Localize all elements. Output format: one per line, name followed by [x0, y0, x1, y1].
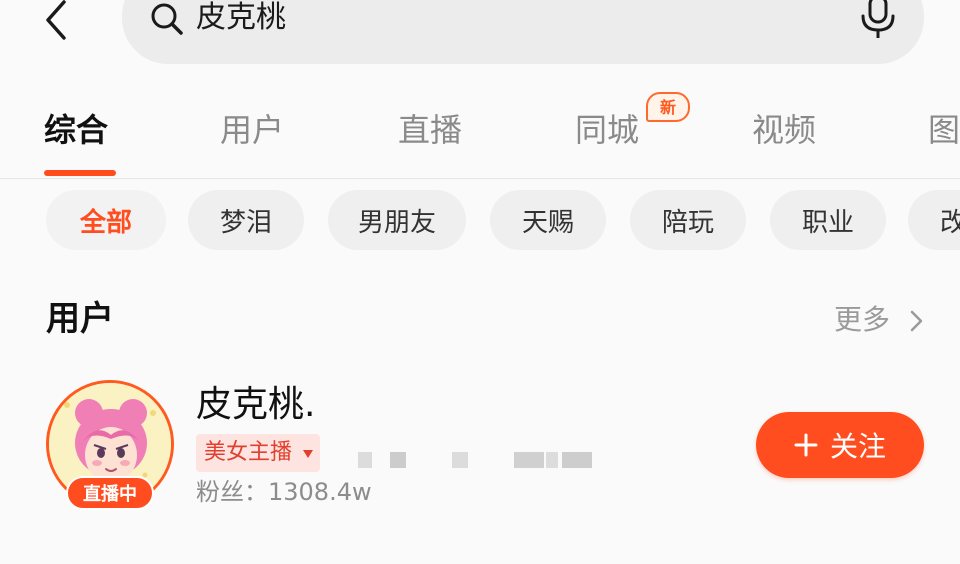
search-input[interactable]: 皮克桃 [196, 0, 286, 38]
back-icon[interactable] [36, 0, 80, 42]
user-tag: 美女主播 [196, 434, 321, 472]
filter-chip[interactable]: 职业 [770, 190, 886, 250]
blurred-text [562, 452, 592, 468]
live-badge: 直播中 [66, 476, 154, 510]
blurred-text [452, 452, 468, 468]
fans-count: 粉丝：1308.4w [196, 478, 372, 506]
user-name[interactable]: 皮克桃. [196, 382, 315, 428]
filter-chip[interactable]: 改 [908, 190, 960, 250]
tab-images[interactable]: 图 [928, 108, 960, 152]
active-tab-indicator [44, 170, 116, 176]
blurred-text [514, 452, 544, 468]
chevron-right-icon[interactable] [906, 308, 926, 334]
more-link[interactable]: 更多 [834, 300, 890, 340]
blurred-text [546, 452, 558, 468]
search-results-page: 皮克桃 综合 用户 直播 同城 视频 图 新 全部 梦泪 男朋友 天赐 陪玩 职… [0, 0, 960, 564]
filter-chip-all[interactable]: 全部 [46, 190, 166, 250]
blurred-text [390, 452, 406, 468]
follow-label: 关注 [829, 430, 886, 463]
follow-button[interactable]: 关注 [756, 412, 924, 478]
microphone-icon[interactable] [858, 0, 898, 40]
tab-live[interactable]: 直播 [398, 108, 462, 152]
search-icon [151, 3, 183, 35]
filter-chip[interactable]: 天赐 [490, 190, 606, 250]
filter-chip[interactable]: 梦泪 [188, 190, 304, 250]
tab-comprehensive[interactable]: 综合 [44, 108, 108, 152]
blurred-text [358, 452, 372, 468]
tab-users[interactable]: 用户 [220, 108, 284, 152]
dropdown-arrow-icon [303, 450, 313, 458]
filter-chip[interactable]: 陪玩 [630, 190, 746, 250]
section-title: 用户 [46, 299, 114, 339]
tab-video[interactable]: 视频 [752, 108, 816, 152]
divider [0, 178, 960, 179]
filter-chip[interactable]: 男朋友 [328, 190, 466, 250]
tab-nearby[interactable]: 同城 [575, 108, 639, 152]
search-tabs: 综合 用户 直播 同城 视频 图 [0, 100, 960, 178]
plus-icon [794, 433, 818, 457]
new-badge: 新 [646, 92, 690, 122]
